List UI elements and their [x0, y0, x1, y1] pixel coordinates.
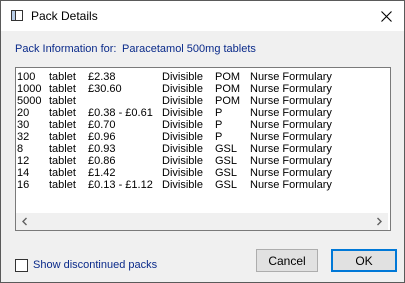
pack-row[interactable]: 8 tablet £0.93 Divisible GSL Nurse Formulary	[16, 143, 388, 155]
pack-unit: tablet	[49, 167, 76, 179]
pack-row[interactable]: 1000 tablet £30.60 Divisible POM Nurse Formul…	[16, 83, 388, 95]
title-bar: Pack Details	[1, 1, 404, 31]
pack-class: POM	[215, 83, 241, 95]
pack-row[interactable]: 14 tablet £1.42 Divisible GSL Nurse Formulary	[16, 167, 388, 179]
pack-divisible: Divisible	[162, 119, 203, 131]
pack-unit: tablet	[49, 179, 76, 191]
pack-divisible: Divisible	[162, 155, 203, 167]
pack-price: £0.93	[88, 143, 116, 155]
close-button[interactable]	[373, 5, 399, 27]
pack-unit: tablet	[49, 71, 76, 83]
pack-divisible: Divisible	[162, 107, 203, 119]
pack-qty: 5000	[17, 95, 42, 107]
pack-unit: tablet	[49, 119, 76, 131]
pack-row[interactable]: 32 tablet £0.96 Divisible P Nurse Formulary	[16, 131, 388, 143]
pack-price: £2.38	[88, 71, 116, 83]
pack-price: £30.60	[88, 83, 122, 95]
pack-class: GSL	[215, 179, 238, 191]
pack-price: £1.42	[88, 167, 116, 179]
pack-qty: 14	[17, 167, 30, 179]
pack-qty: 30	[17, 119, 30, 131]
pack-formulary: Nurse Formulary	[250, 119, 332, 131]
pack-price: £0.70	[88, 119, 116, 131]
horizontal-scrollbar[interactable]	[16, 213, 388, 230]
pack-price: £0.38 - £0.61	[88, 107, 153, 119]
show-discontinued-label[interactable]: Show discontinued packs	[33, 259, 157, 271]
ok-button[interactable]: OK	[331, 249, 397, 272]
pack-unit: tablet	[49, 155, 76, 167]
drug-name: Paracetamol 500mg tablets	[122, 43, 256, 55]
pack-formulary: Nurse Formulary	[250, 179, 332, 191]
pack-qty: 32	[17, 131, 30, 143]
pack-class: P	[215, 119, 223, 131]
pack-divisible: Divisible	[162, 83, 203, 95]
window-icon	[11, 10, 23, 21]
show-discontinued-checkbox[interactable]	[15, 259, 28, 272]
pack-qty: 12	[17, 155, 30, 167]
pack-list[interactable]: 100 tablet £2.38 Divisible POM Nurse Formular…	[15, 67, 391, 231]
pack-divisible: Divisible	[162, 143, 203, 155]
pack-row[interactable]: 30 tablet £0.70 Divisible P Nurse Formulary	[16, 119, 388, 131]
pack-qty: 1000	[17, 83, 42, 95]
pack-divisible: Divisible	[162, 131, 203, 143]
close-icon	[380, 10, 392, 22]
pack-divisible: Divisible	[162, 95, 203, 107]
pack-formulary: Nurse Formulary	[250, 131, 332, 143]
pack-price: £0.86	[88, 155, 116, 167]
pack-details-dialog: Pack Details Pack Information for: Parac…	[0, 0, 405, 283]
pack-formulary: Nurse Formulary	[250, 83, 332, 95]
pack-formulary: Nurse Formulary	[250, 167, 332, 179]
pack-qty: 20	[17, 107, 30, 119]
chevron-right-icon[interactable]	[372, 216, 386, 227]
pack-qty: 16	[17, 179, 30, 191]
pack-class: POM	[215, 71, 241, 83]
pack-row[interactable]: 12 tablet £0.86 Divisible GSL Nurse Formulary	[16, 155, 388, 167]
pack-class: POM	[215, 95, 241, 107]
pack-unit: tablet	[49, 95, 76, 107]
pack-divisible: Divisible	[162, 71, 203, 83]
pack-row[interactable]: 100 tablet £2.38 Divisible POM Nurse Formular…	[16, 71, 388, 83]
pack-row[interactable]: 5000 tablet Divisible POM Nurse Formulary	[16, 95, 388, 107]
pack-class: P	[215, 131, 223, 143]
chevron-left-icon[interactable]	[18, 216, 32, 227]
pack-formulary: Nurse Formulary	[250, 71, 332, 83]
pack-formulary: Nurse Formulary	[250, 143, 332, 155]
pack-class: P	[215, 107, 223, 119]
pack-unit: tablet	[49, 83, 76, 95]
pack-class: GSL	[215, 155, 238, 167]
window-title: Pack Details	[31, 9, 98, 23]
pack-unit: tablet	[49, 131, 76, 143]
pack-list-rows: 100 tablet £2.38 Divisible POM Nurse Formular…	[16, 71, 388, 191]
pack-divisible: Divisible	[162, 167, 203, 179]
pack-info-label: Pack Information for:	[15, 43, 117, 55]
pack-row[interactable]: 16 tablet £0.13 - £1.12 Divisible GSL Nurse F…	[16, 179, 388, 191]
pack-formulary: Nurse Formulary	[250, 107, 332, 119]
pack-qty: 100	[17, 71, 36, 83]
pack-formulary: Nurse Formulary	[250, 155, 332, 167]
pack-unit: tablet	[49, 143, 76, 155]
pack-price: £0.96	[88, 131, 116, 143]
pack-class: GSL	[215, 167, 238, 179]
cancel-button[interactable]: Cancel	[256, 249, 318, 272]
pack-price: £0.13 - £1.12	[88, 179, 153, 191]
pack-class: GSL	[215, 143, 238, 155]
pack-divisible: Divisible	[162, 179, 203, 191]
pack-row[interactable]: 20 tablet £0.38 - £0.61 Divisible P Nurse For…	[16, 107, 388, 119]
pack-formulary: Nurse Formulary	[250, 95, 332, 107]
pack-unit: tablet	[49, 107, 76, 119]
pack-info-header: Pack Information for: Paracetamol 500mg …	[15, 43, 256, 55]
pack-qty: 8	[17, 143, 24, 155]
